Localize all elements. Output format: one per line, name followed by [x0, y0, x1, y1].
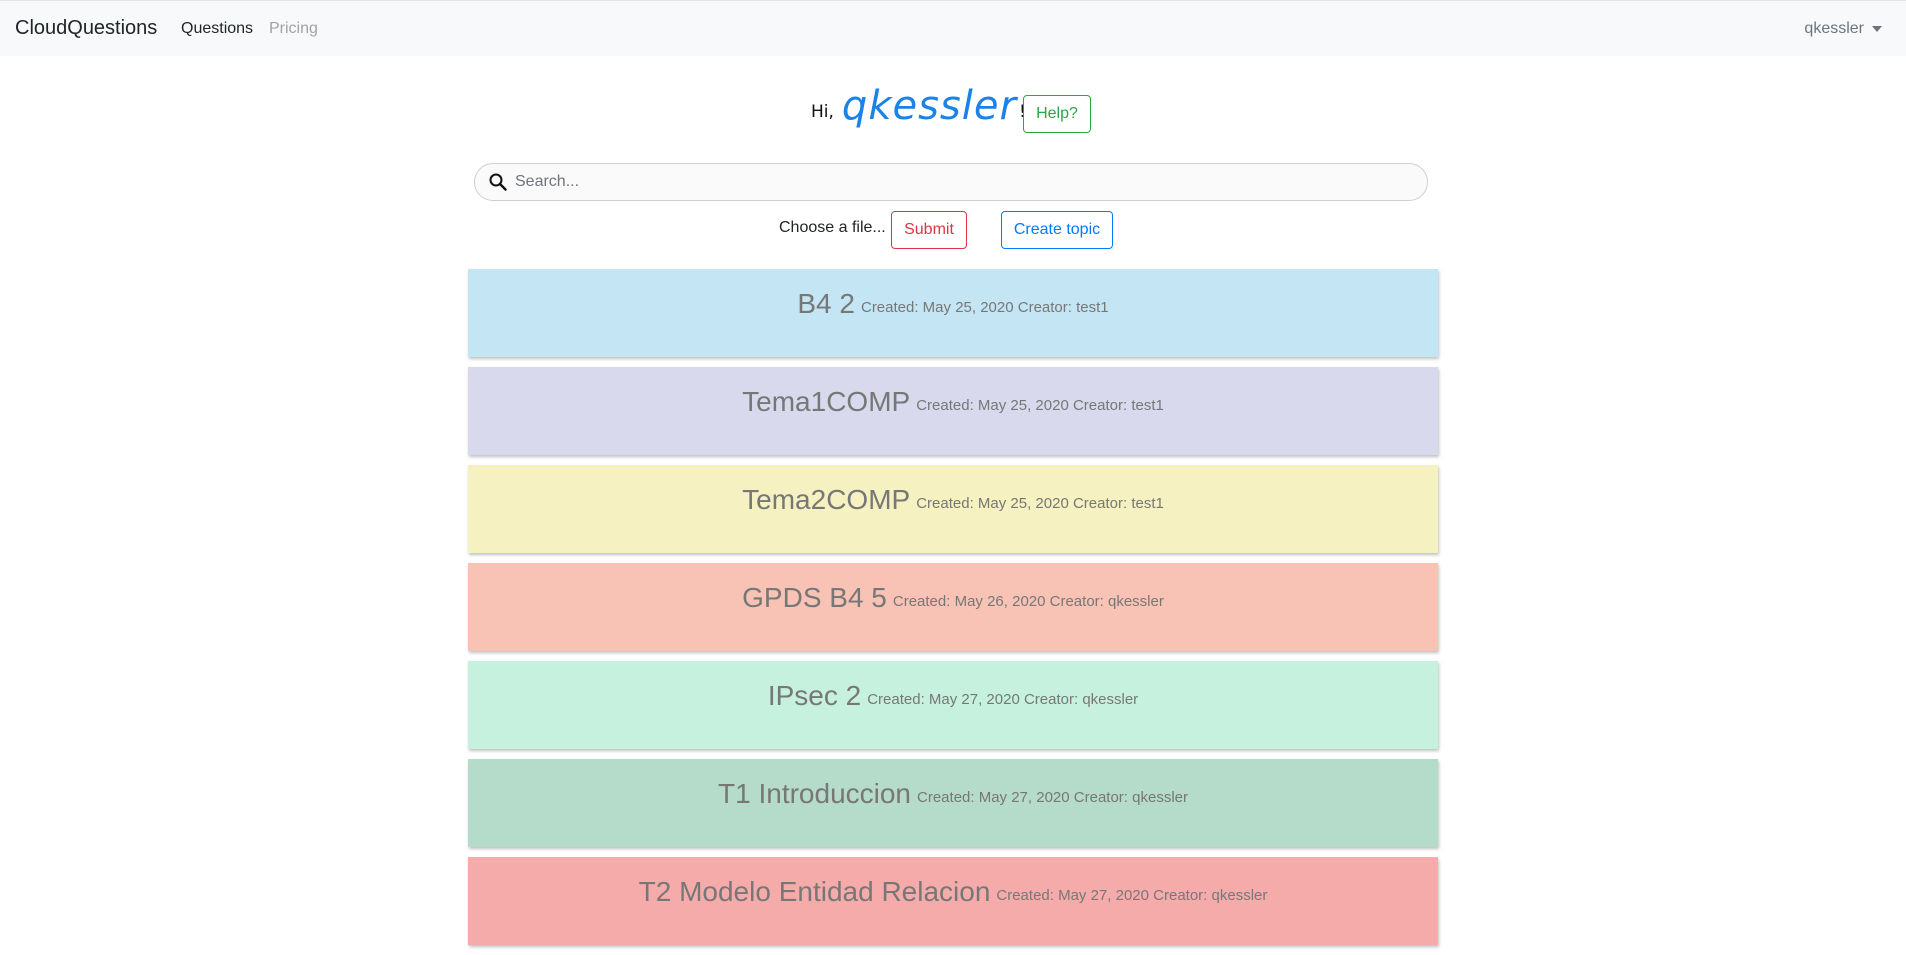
brand-logo[interactable]: CloudQuestions: [15, 17, 157, 40]
create-topic-button[interactable]: Create topic: [1001, 211, 1113, 249]
topic-title: Tema1COMP: [742, 386, 911, 417]
help-button[interactable]: Help?: [1023, 95, 1091, 133]
topic-card[interactable]: GPDS B4 5 Created: May 26, 2020 Creator:…: [468, 563, 1438, 651]
topic-title: IPsec 2: [767, 680, 862, 711]
topic-title: T2 Modelo Entidad Relacion: [638, 876, 991, 907]
choose-file-label[interactable]: Choose a file...: [779, 219, 886, 237]
user-menu-label: qkessler: [1804, 20, 1864, 37]
topic-card[interactable]: Tema1COMP Created: May 25, 2020 Creator:…: [468, 367, 1438, 455]
topic-title: B4 2: [797, 288, 855, 319]
topic-meta: Created: May 27, 2020 Creator: qkessler: [867, 691, 1139, 708]
search-input[interactable]: [513, 172, 1413, 192]
topic-title: GPDS B4 5: [742, 582, 887, 613]
topic-meta: Created: May 27, 2020 Creator: qkessler: [996, 887, 1268, 904]
user-menu[interactable]: qkessler: [1804, 20, 1882, 38]
topic-card[interactable]: T1 Introduccion Created: May 27, 2020 Cr…: [468, 759, 1438, 847]
topic-card[interactable]: Tema2COMP Created: May 25, 2020 Creator:…: [468, 465, 1438, 553]
topic-card[interactable]: IPsec 2 Created: May 27, 2020 Creator: q…: [468, 661, 1438, 749]
topic-list: B4 2 Created: May 25, 2020 Creator: test…: [468, 269, 1438, 955]
topic-meta: Created: May 25, 2020 Creator: test1: [916, 495, 1164, 512]
greeting: Hi, qkessler !: [811, 82, 1026, 134]
search-bar[interactable]: [474, 163, 1428, 201]
greeting-hi: Hi,: [811, 102, 834, 122]
search-icon: [489, 173, 507, 191]
navbar: CloudQuestions Questions Pricing qkessle…: [0, 0, 1906, 56]
greeting-username: qkessler: [841, 83, 1017, 129]
topic-meta: Created: May 25, 2020 Creator: test1: [860, 299, 1109, 316]
topic-meta: Created: May 27, 2020 Creator: qkessler: [917, 789, 1188, 806]
topic-title: Tema2COMP: [742, 484, 911, 515]
topic-meta: Created: May 26, 2020 Creator: qkessler: [892, 593, 1164, 610]
topic-card[interactable]: B4 2 Created: May 25, 2020 Creator: test…: [468, 269, 1438, 357]
caret-down-icon: [1872, 26, 1882, 32]
nav-link-pricing[interactable]: Pricing: [269, 20, 318, 38]
topic-meta: Created: May 25, 2020 Creator: test1: [916, 397, 1164, 414]
nav-link-questions[interactable]: Questions: [181, 20, 253, 38]
submit-button[interactable]: Submit: [891, 211, 967, 249]
topic-card[interactable]: T2 Modelo Entidad Relacion Created: May …: [468, 857, 1438, 945]
topic-title: T1 Introduccion: [718, 778, 912, 809]
